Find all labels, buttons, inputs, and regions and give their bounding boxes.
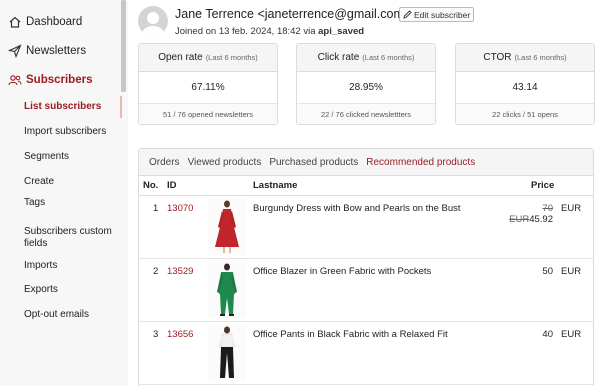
card-title: Click rate: [317, 52, 360, 63]
product-image[interactable]: [208, 325, 246, 381]
sidebar-item-label: Dashboard: [26, 16, 83, 28]
tab-purchased-products[interactable]: Purchased products: [269, 157, 358, 168]
row-number: 2: [153, 266, 159, 277]
subscriber-name: Jane Terrence <janeterrence@gmail.com>: [175, 7, 412, 21]
sidebar-subitem-opt-out-emails[interactable]: Opt-out emails: [24, 309, 89, 321]
card-value: 67.11%: [139, 72, 277, 104]
tab-recommended-products[interactable]: Recommended products: [366, 157, 475, 168]
card-period: (Last 6 months): [514, 53, 567, 62]
product-image[interactable]: [208, 262, 246, 318]
home-icon: [8, 15, 22, 29]
products-panel: Orders Viewed products Purchased product…: [138, 148, 594, 386]
row-number: 3: [153, 329, 159, 340]
table-row: 2 13529 Office Blazer in Green Fabric wi…: [139, 259, 593, 322]
product-currency: EUR: [561, 329, 582, 340]
current-price: 40: [542, 329, 553, 340]
card-title: CTOR: [483, 52, 512, 63]
product-image[interactable]: [208, 199, 246, 255]
sidebar-subitem-list-subscribers[interactable]: List subscribers: [24, 101, 101, 113]
table-row: 3 13656 Office Pants in Black Fabric wit…: [139, 322, 593, 385]
product-price: 70 EUR45.92: [501, 203, 553, 225]
edit-subscriber-label: Edit subscriber: [414, 9, 471, 20]
card-period: (Last 6 months): [362, 53, 415, 62]
card-foot: 51 / 76 opened newsletters: [139, 104, 277, 124]
sidebar-scrollbar[interactable]: [121, 0, 126, 92]
joined-via: api_saved: [318, 26, 365, 37]
tab-orders[interactable]: Orders: [149, 157, 180, 168]
edit-subscriber-button[interactable]: Edit subscriber: [399, 7, 475, 22]
card-value: 43.14: [456, 72, 594, 104]
product-id-link[interactable]: 13656: [167, 329, 193, 340]
current-price: 50: [542, 266, 553, 277]
sidebar-item-newsletters[interactable]: Newsletters: [8, 42, 86, 60]
sidebar-subitem-import-subscribers[interactable]: Import subscribers: [24, 126, 106, 138]
product-price: 40: [501, 329, 553, 340]
column-no: No.: [143, 180, 159, 191]
stat-card-ctor: CTOR (Last 6 months) 43.14 22 clicks / 51…: [455, 43, 595, 125]
product-id-link[interactable]: 13529: [167, 266, 193, 277]
tab-viewed-products[interactable]: Viewed products: [188, 157, 262, 168]
stat-card-open-rate: Open rate (Last 6 months) 67.11% 51 / 76 …: [138, 43, 278, 125]
product-id-link[interactable]: 13070: [167, 203, 193, 214]
sidebar-subitem-create[interactable]: Create: [24, 176, 54, 188]
send-icon: [8, 44, 22, 58]
users-icon: [8, 73, 22, 87]
active-item-marker: [120, 96, 122, 118]
joined-text: Joined on 13 feb. 2024, 18:42 via: [175, 26, 319, 37]
product-price: 50: [501, 266, 553, 277]
sidebar-subitem-segments[interactable]: Segments: [24, 151, 69, 163]
product-title: Office Blazer in Green Fabric with Pocke…: [253, 266, 432, 277]
card-period: (Last 6 months): [205, 53, 258, 62]
sidebar-subitem-custom-fields[interactable]: Subscribers custom fields: [24, 226, 114, 250]
table-header: No. ID Lastname Price: [139, 176, 593, 196]
sidebar-subitem-imports[interactable]: Imports: [24, 260, 57, 272]
sidebar-item-label: Newsletters: [26, 45, 87, 57]
sidebar-subitem-tags[interactable]: Tags: [24, 197, 45, 209]
edit-icon: [403, 10, 412, 19]
column-price: Price: [531, 180, 555, 191]
table-row: 1 13070 Burgundy Dress with Bow and Pear…: [139, 196, 593, 259]
column-lastname: Lastname: [253, 180, 298, 191]
product-title: Burgundy Dress with Bow and Pearls on th…: [253, 203, 461, 214]
sidebar-item-label: Subscribers: [26, 74, 93, 86]
product-title: Office Pants in Black Fabric with a Rela…: [253, 329, 448, 340]
product-tabs: Orders Viewed products Purchased product…: [139, 149, 593, 176]
avatar: [138, 6, 168, 36]
sidebar-item-dashboard[interactable]: Dashboard: [8, 13, 82, 31]
column-id: ID: [167, 180, 177, 191]
sidebar-subitem-exports[interactable]: Exports: [24, 284, 58, 296]
product-currency: EUR: [561, 203, 582, 214]
card-title: Open rate: [158, 52, 203, 63]
stat-card-click-rate: Click rate (Last 6 months) 28.95% 22 / 76…: [296, 43, 436, 125]
card-value: 28.95%: [297, 72, 435, 104]
product-currency: EUR: [561, 266, 582, 277]
card-foot: 22 clicks / 51 opens: [456, 104, 594, 124]
row-number: 1: [153, 203, 159, 214]
card-foot: 22 / 76 clicked newslettters: [297, 104, 435, 124]
joined-info: Joined on 13 feb. 2024, 18:42 via api_sa…: [175, 26, 364, 37]
current-price: 45.92: [529, 214, 553, 225]
sidebar-item-subscribers[interactable]: Subscribers: [8, 71, 92, 89]
sidebar: Dashboard Newsletters Subscribers List s…: [0, 0, 128, 386]
